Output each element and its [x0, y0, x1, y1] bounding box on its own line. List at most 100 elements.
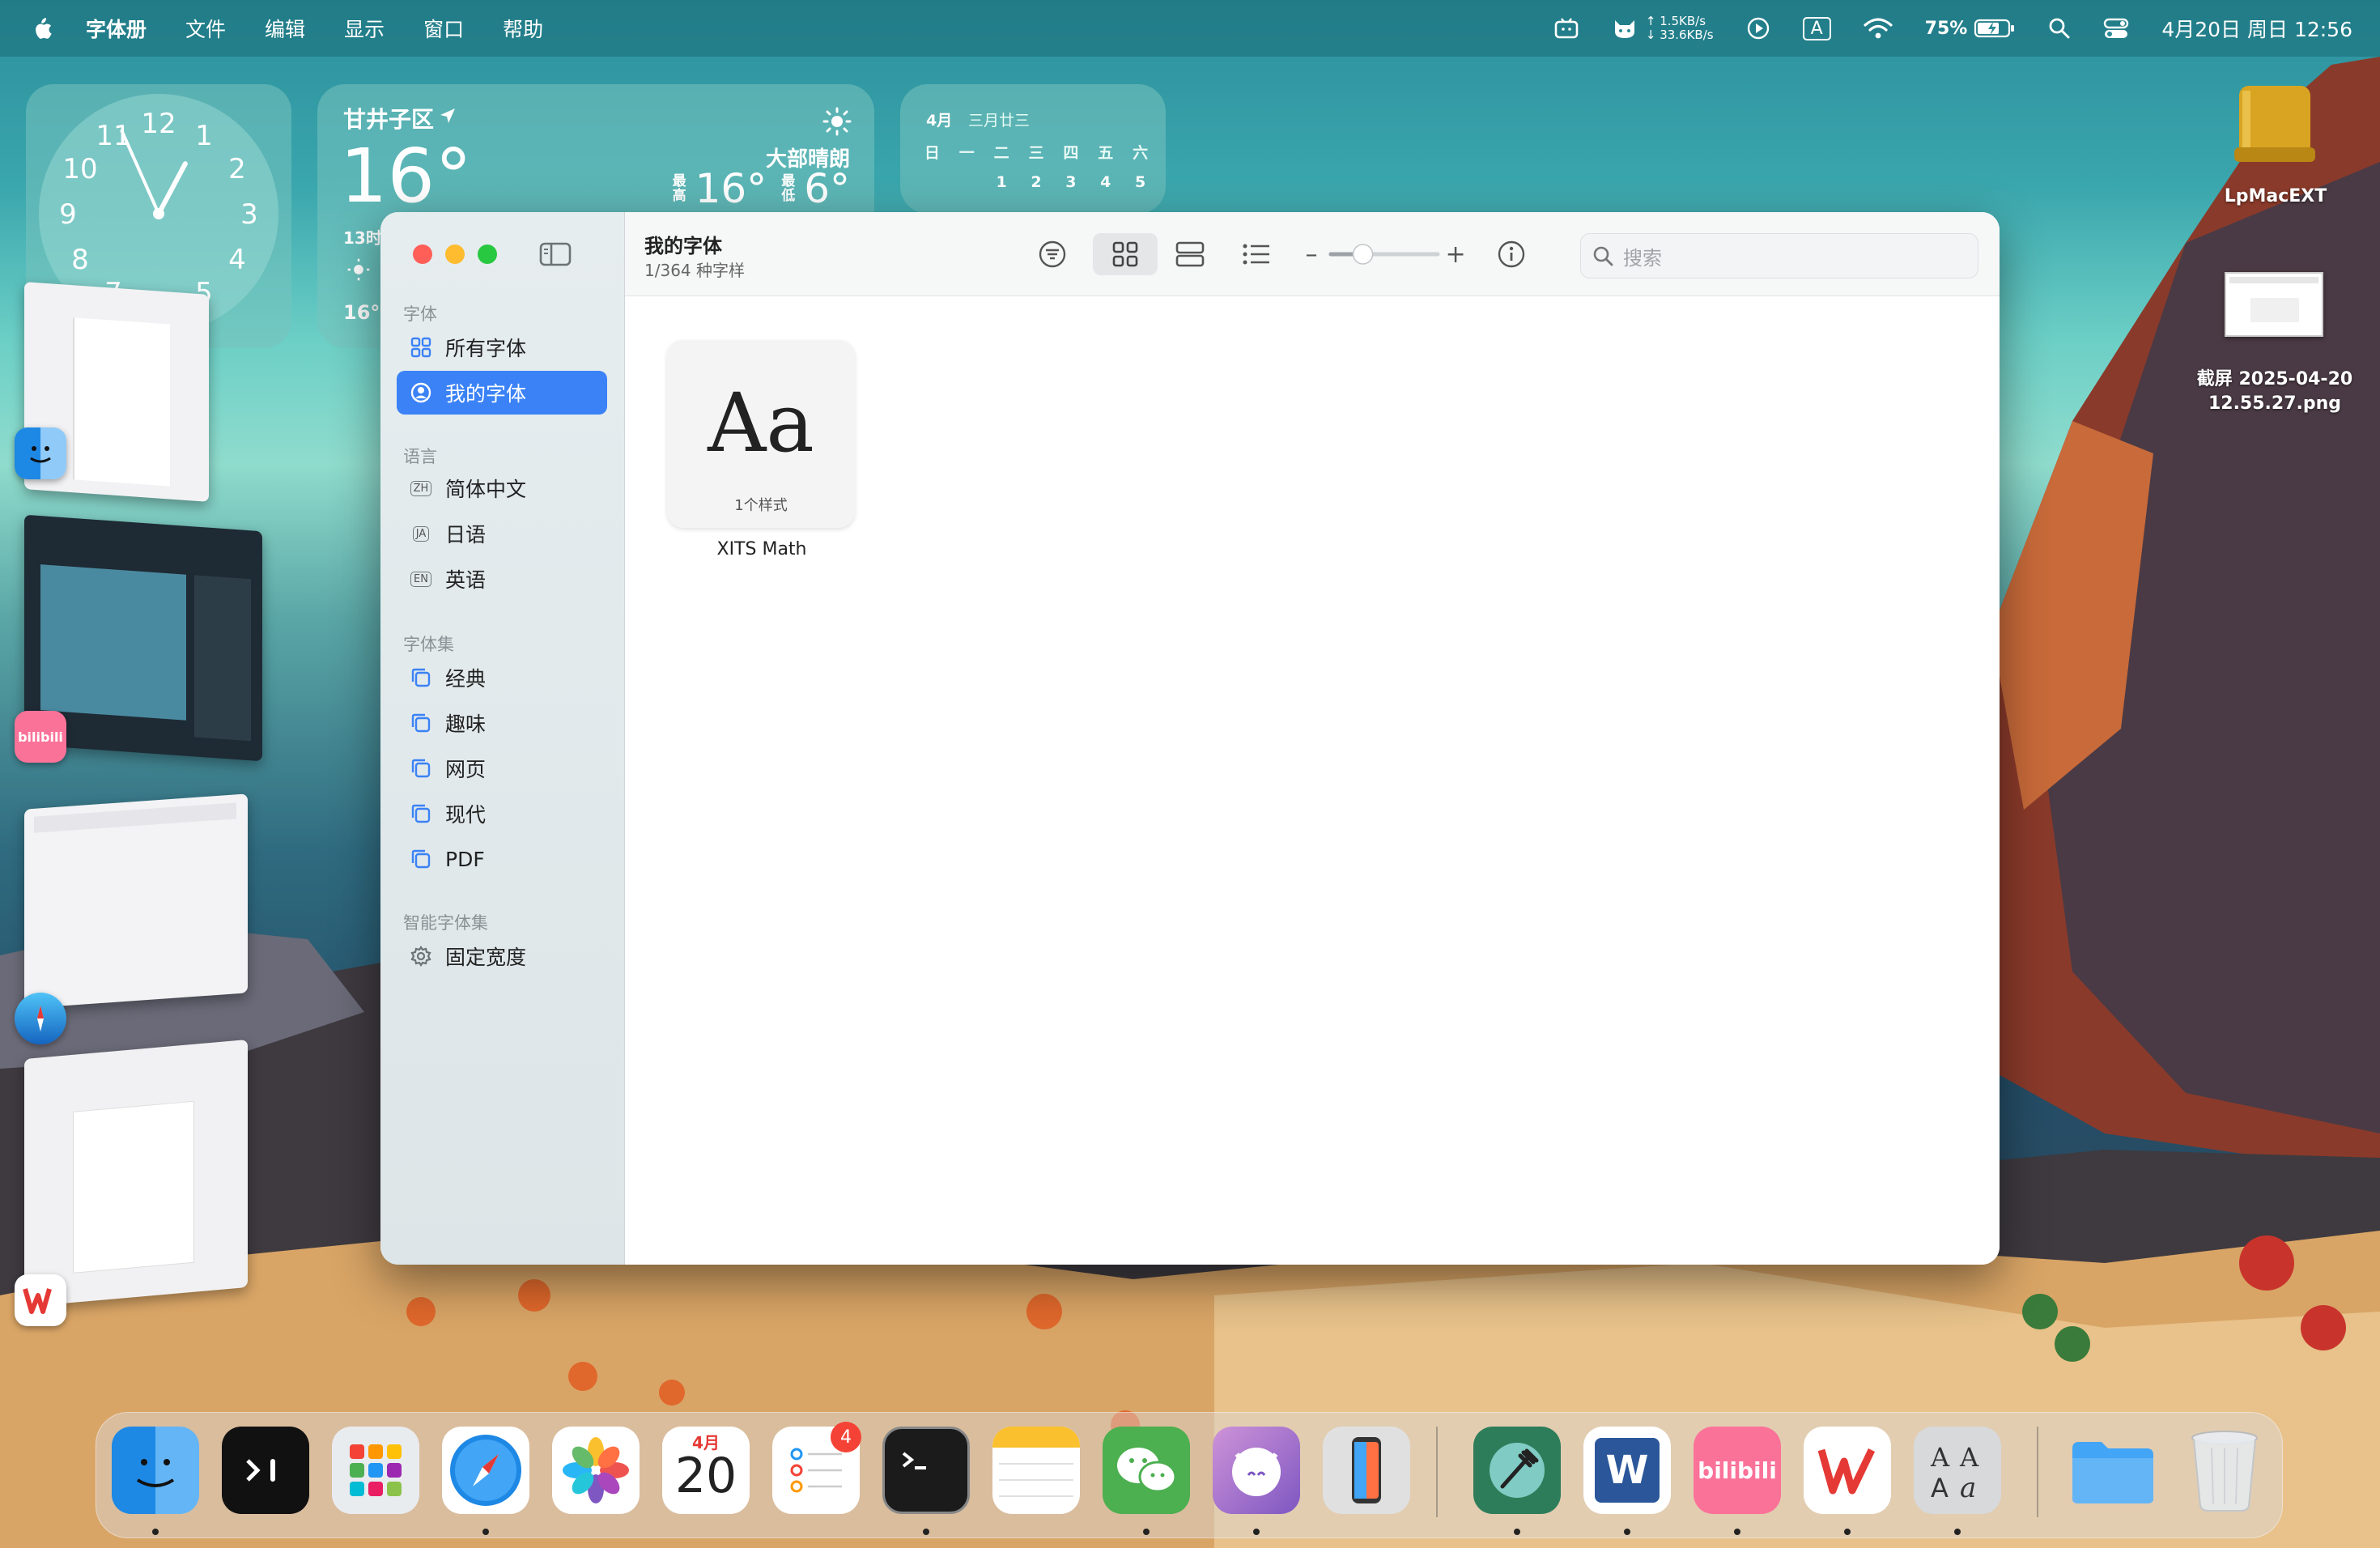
stage-window-document[interactable]: [24, 1039, 248, 1308]
dock-cat-app-icon[interactable]: [1213, 1427, 1300, 1514]
clock-numeral: 2: [228, 153, 246, 185]
dock-terminal-icon[interactable]: [882, 1427, 970, 1514]
search-field[interactable]: 搜索: [1580, 233, 1978, 279]
maximize-button[interactable]: [478, 245, 497, 264]
font-book-aa-icon: A AA a: [1930, 1442, 1979, 1504]
sample-view-button[interactable]: [1167, 233, 1213, 275]
list-view-button[interactable]: [1234, 233, 1279, 275]
stage-window-wps[interactable]: [24, 793, 248, 1009]
calendar-widget[interactable]: 4月 三月廿三 日一二 三 四 五 六 12345: [900, 84, 1166, 214]
calendar-day[interactable]: 1: [984, 173, 1019, 191]
list-view-icon: [1243, 244, 1269, 265]
zoom-in-icon[interactable]: +: [1445, 233, 1465, 275]
ja-tag: JA: [412, 525, 430, 542]
sidebar-item-chinese[interactable]: ZH 简体中文: [397, 466, 607, 510]
dock-trash-icon[interactable]: [2181, 1427, 2268, 1514]
dock-tool-app-icon[interactable]: [1473, 1427, 1561, 1514]
battery-icon[interactable]: [1974, 18, 2016, 39]
calendar-icon-month: 4月: [662, 1427, 750, 1452]
input-method-icon[interactable]: A: [1802, 16, 1831, 40]
dock-bilibili-icon[interactable]: bilibili: [1694, 1427, 1781, 1514]
sidebar-item-classic[interactable]: 经典: [397, 656, 607, 700]
dock-wps-icon[interactable]: [1804, 1427, 1891, 1514]
calendar-day[interactable]: 3: [1053, 173, 1088, 191]
wifi-icon[interactable]: [1864, 17, 1893, 40]
cat-monitor-icon[interactable]: ↑ 1.5KB/s ↓ 33.6KB/s: [1612, 15, 1714, 42]
screenshot-file-thumbnail[interactable]: [2225, 272, 2323, 337]
calendar-day[interactable]: 5: [1123, 173, 1158, 191]
gear-icon: [410, 945, 432, 968]
screenshot-file-label[interactable]: 截屏 2025-04-20 12.55.27.png: [2178, 368, 2372, 416]
calendar-day[interactable]: 4: [1088, 173, 1123, 191]
calendar-day[interactable]: [950, 173, 984, 191]
tv-icon[interactable]: [1553, 17, 1579, 40]
control-center-icon[interactable]: [2103, 17, 2129, 40]
minimize-button[interactable]: [445, 245, 465, 264]
calendar-day[interactable]: [915, 173, 950, 191]
zoom-out-icon[interactable]: –: [1302, 233, 1321, 275]
sidebar-item-pdf[interactable]: PDF: [397, 837, 607, 881]
wps-app-badge[interactable]: [15, 1274, 66, 1326]
battery-percent[interactable]: 75%: [1925, 19, 1968, 39]
dock-terminal-app-icon[interactable]: [222, 1427, 309, 1514]
font-name[interactable]: XITS Math: [644, 539, 879, 559]
dock-font-book-icon[interactable]: AAAa: [1914, 1427, 2001, 1514]
close-button[interactable]: [413, 245, 432, 264]
sidebar-item-modern[interactable]: 现代: [397, 792, 607, 836]
hourly-time: 13时: [343, 228, 382, 248]
sidebar-item-english[interactable]: EN 英语: [397, 557, 607, 601]
calendar-day[interactable]: 2: [1019, 173, 1054, 191]
bilibili-app-badge[interactable]: bilibili: [15, 711, 66, 763]
zoom-slider[interactable]: [1328, 233, 1441, 275]
dock-notes-icon[interactable]: [992, 1427, 1080, 1514]
spotlight-search-icon[interactable]: [2048, 17, 2071, 40]
clock-numeral: 4: [228, 244, 246, 276]
external-drive-icon[interactable]: [2228, 78, 2322, 172]
sidebar-section-smart: 智能字体集: [403, 913, 488, 933]
calendar-weekday: 三: [1028, 144, 1044, 162]
filter-button[interactable]: [1030, 233, 1075, 275]
dock-safari-icon[interactable]: [442, 1427, 529, 1514]
dock-folder-icon[interactable]: [2069, 1427, 2157, 1514]
menu-file[interactable]: 文件: [185, 14, 226, 43]
menubar-clock[interactable]: 4月20日 周日 12:56: [2161, 14, 2352, 43]
sidebar-item-fun[interactable]: 趣味: [397, 701, 607, 745]
play-icon[interactable]: [1746, 16, 1770, 40]
sidebar-item-label: PDF: [445, 847, 485, 871]
menu-window[interactable]: 窗口: [423, 14, 464, 43]
dock-wechat-icon[interactable]: [1103, 1427, 1190, 1514]
sidebar-item-label: 现代: [445, 803, 487, 827]
menu-edit[interactable]: 编辑: [265, 14, 305, 43]
apple-menu-icon[interactable]: [29, 15, 53, 42]
hourly-sun-icon: [347, 258, 370, 281]
sidebar-item-all-fonts[interactable]: 所有字体: [397, 325, 607, 369]
dock-launchpad-icon[interactable]: [332, 1427, 419, 1514]
menu-view[interactable]: 显示: [344, 14, 385, 43]
sidebar-item-label: 固定宽度: [445, 946, 527, 969]
sidebar-item-fixed-width[interactable]: 固定宽度: [397, 934, 607, 978]
grid-view-button[interactable]: [1093, 233, 1158, 275]
dock-word-icon[interactable]: W: [1583, 1427, 1671, 1514]
sample-view-icon: [1175, 241, 1205, 267]
drive-label[interactable]: LpMacEXT: [2191, 186, 2361, 206]
dock-finder-icon[interactable]: [112, 1427, 199, 1514]
info-button[interactable]: [1491, 233, 1532, 275]
launchpad-grid-icon: [350, 1444, 402, 1496]
dock-iphone-mirroring-icon[interactable]: [1323, 1427, 1410, 1514]
collection-icon: [410, 757, 432, 780]
sidebar-toggle-icon[interactable]: [539, 241, 572, 267]
running-indicator: [1253, 1529, 1260, 1535]
dock-photos-icon[interactable]: [552, 1427, 640, 1514]
sidebar-item-japanese[interactable]: JA 日语: [397, 512, 607, 555]
sidebar-item-label: 趣味: [445, 712, 487, 736]
safari-app-badge[interactable]: [15, 993, 66, 1044]
finder-app-badge[interactable]: [15, 427, 66, 479]
sidebar-item-my-fonts[interactable]: 我的字体: [397, 371, 607, 415]
photos-flower-icon: [563, 1437, 629, 1503]
dock-calendar-icon[interactable]: 4月 20: [662, 1427, 750, 1514]
clock-numeral: 8: [71, 244, 89, 276]
font-card[interactable]: Aa 1个样式: [667, 340, 855, 528]
menu-app-name[interactable]: 字体册: [86, 14, 147, 43]
sidebar-item-web[interactable]: 网页: [397, 746, 607, 790]
menu-help[interactable]: 帮助: [503, 14, 543, 43]
